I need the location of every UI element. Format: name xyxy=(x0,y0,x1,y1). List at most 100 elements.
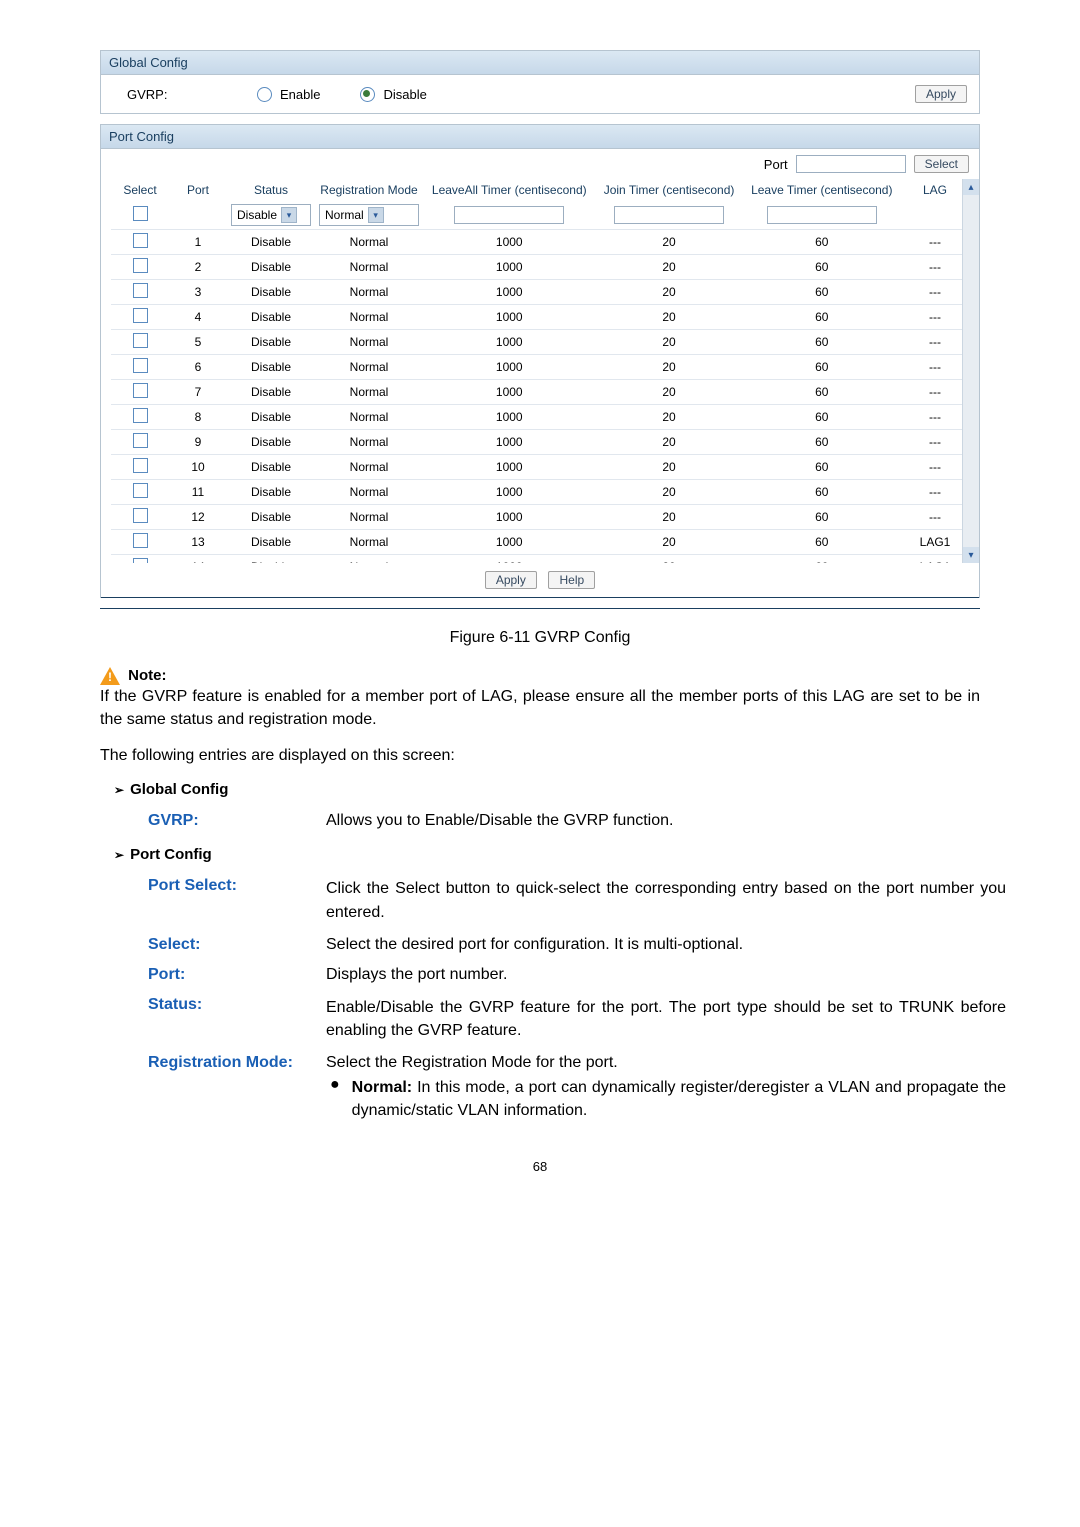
col-lag: LAG xyxy=(901,179,969,201)
cell-join: 20 xyxy=(596,405,743,430)
row-checkbox[interactable] xyxy=(133,333,148,348)
cell-leave: 60 xyxy=(743,505,901,530)
desc-regmode-normal: Normal: xyxy=(352,1079,412,1096)
row-checkbox[interactable] xyxy=(133,233,148,248)
desc-status-val: Enable/Disable the GVRP feature for the … xyxy=(322,990,1010,1048)
page-number: 68 xyxy=(100,1129,980,1174)
col-leave: Leave Timer (centisecond) xyxy=(743,179,901,201)
desc-status-key: Status: xyxy=(144,990,322,1048)
cell-leave: 60 xyxy=(743,280,901,305)
cell-lag: --- xyxy=(901,255,969,280)
cell-lag: --- xyxy=(901,455,969,480)
cell-reg: Normal xyxy=(315,530,423,555)
desc-regmode-normal-text: In this mode, a port can dynamically reg… xyxy=(352,1079,1006,1119)
desc-gvrp-key: GVRP: xyxy=(144,806,322,836)
cell-lag: --- xyxy=(901,230,969,255)
reg-filter-select[interactable]: Normal ▾ xyxy=(319,204,419,226)
desc-port-val: Displays the port number. xyxy=(322,960,1010,990)
row-checkbox[interactable] xyxy=(133,258,148,273)
table-row: 12DisableNormal10002060--- xyxy=(111,505,969,530)
col-select: Select xyxy=(111,179,169,201)
table-row: 9DisableNormal10002060--- xyxy=(111,430,969,455)
cell-leave: 60 xyxy=(743,530,901,555)
cell-leaveall: 1000 xyxy=(423,280,596,305)
cell-reg: Normal xyxy=(315,555,423,564)
cell-reg: Normal xyxy=(315,480,423,505)
chevron-down-icon: ▾ xyxy=(281,207,297,223)
cell-leaveall: 1000 xyxy=(423,380,596,405)
cell-reg: Normal xyxy=(315,230,423,255)
gvrp-enable-label: Enable xyxy=(280,87,320,102)
row-checkbox[interactable] xyxy=(133,358,148,373)
row-checkbox[interactable] xyxy=(133,458,148,473)
entries-intro: The following entries are displayed on t… xyxy=(100,747,980,765)
cell-leave: 60 xyxy=(743,330,901,355)
col-join: Join Timer (centisecond) xyxy=(596,179,743,201)
cell-reg: Normal xyxy=(315,330,423,355)
desc-pselect-key: Port Select: xyxy=(144,871,322,929)
desc-regmode-key: Registration Mode: xyxy=(144,1048,322,1128)
cell-port: 6 xyxy=(169,355,227,380)
cell-leaveall: 1000 xyxy=(423,255,596,280)
cell-leaveall: 1000 xyxy=(423,555,596,564)
section-port: Port Config xyxy=(130,846,212,863)
cell-port: 1 xyxy=(169,230,227,255)
arrow-icon: ➢ xyxy=(114,848,124,862)
cell-status: Disable xyxy=(227,505,315,530)
row-checkbox[interactable] xyxy=(133,483,148,498)
cell-status: Disable xyxy=(227,480,315,505)
col-port: Port xyxy=(169,179,227,201)
col-leaveall: LeaveAll Timer (centisecond) xyxy=(423,179,596,201)
cell-port: 7 xyxy=(169,380,227,405)
row-checkbox[interactable] xyxy=(133,408,148,423)
join-input[interactable] xyxy=(614,206,724,224)
cell-leaveall: 1000 xyxy=(423,355,596,380)
desc-regmode-intro: Select the Registration Mode for the por… xyxy=(326,1054,1006,1072)
table-scrollbar[interactable]: ▴ ▾ xyxy=(962,179,979,563)
row-checkbox[interactable] xyxy=(133,508,148,523)
cell-leaveall: 1000 xyxy=(423,530,596,555)
cell-join: 20 xyxy=(596,530,743,555)
row-checkbox[interactable] xyxy=(133,308,148,323)
cell-leave: 60 xyxy=(743,430,901,455)
table-row: 1DisableNormal10002060--- xyxy=(111,230,969,255)
leave-input[interactable] xyxy=(767,206,877,224)
leaveall-input[interactable] xyxy=(454,206,564,224)
row-checkbox[interactable] xyxy=(133,283,148,298)
cell-leaveall: 1000 xyxy=(423,305,596,330)
port-select-button[interactable]: Select xyxy=(914,155,969,173)
cell-leaveall: 1000 xyxy=(423,505,596,530)
gvrp-disable-label: Disable xyxy=(383,87,426,102)
global-apply-button[interactable]: Apply xyxy=(915,85,967,103)
cell-port: 5 xyxy=(169,330,227,355)
port-select-input[interactable] xyxy=(796,155,906,173)
table-row: 14DisableNormal10002060LAG1 xyxy=(111,555,969,564)
cell-reg: Normal xyxy=(315,380,423,405)
select-all-checkbox[interactable] xyxy=(133,206,148,221)
cell-status: Disable xyxy=(227,380,315,405)
scroll-down-icon[interactable]: ▾ xyxy=(963,547,979,563)
cell-leave: 60 xyxy=(743,555,901,564)
scroll-up-icon[interactable]: ▴ xyxy=(963,179,979,195)
row-checkbox[interactable] xyxy=(133,558,148,563)
cell-leave: 60 xyxy=(743,380,901,405)
cell-leaveall: 1000 xyxy=(423,330,596,355)
cell-join: 20 xyxy=(596,255,743,280)
cell-port: 13 xyxy=(169,530,227,555)
desc-gvrp-val: Allows you to Enable/Disable the GVRP fu… xyxy=(322,806,1010,836)
cell-status: Disable xyxy=(227,255,315,280)
cell-port: 10 xyxy=(169,455,227,480)
cell-join: 20 xyxy=(596,555,743,564)
help-button[interactable]: Help xyxy=(548,571,595,589)
row-checkbox[interactable] xyxy=(133,533,148,548)
cell-lag: --- xyxy=(901,380,969,405)
row-checkbox[interactable] xyxy=(133,433,148,448)
status-filter-select[interactable]: Disable ▾ xyxy=(231,204,311,226)
port-apply-button[interactable]: Apply xyxy=(485,571,537,589)
gvrp-label: GVRP: xyxy=(113,87,217,102)
cell-leave: 60 xyxy=(743,305,901,330)
cell-leave: 60 xyxy=(743,480,901,505)
gvrp-disable-radio[interactable] xyxy=(360,87,375,102)
row-checkbox[interactable] xyxy=(133,383,148,398)
gvrp-enable-radio[interactable] xyxy=(257,87,272,102)
